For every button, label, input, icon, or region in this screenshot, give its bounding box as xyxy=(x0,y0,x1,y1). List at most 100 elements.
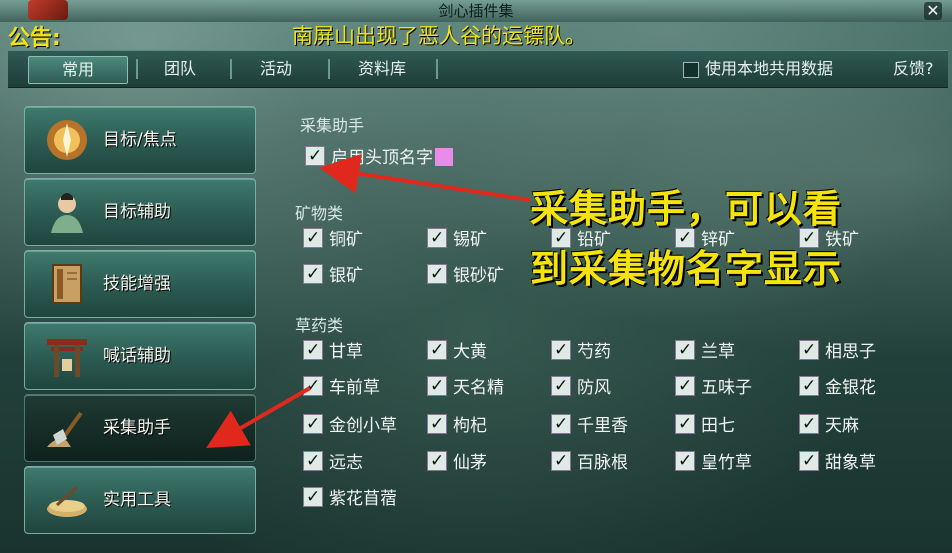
mineral-checkbox[interactable]: 锡矿 xyxy=(427,226,487,252)
herb-checkbox[interactable]: 五味子 xyxy=(675,374,752,400)
checkbox-label: 天麻 xyxy=(825,416,859,436)
herb-checkbox[interactable]: 千里香 xyxy=(551,412,628,438)
sidebar-item-target-focus[interactable]: 目标/焦点 xyxy=(24,106,256,174)
checkbox-box[interactable] xyxy=(799,412,819,436)
checkbox-box[interactable] xyxy=(551,374,571,398)
checkbox-box[interactable] xyxy=(551,412,571,436)
checkbox-box[interactable] xyxy=(675,374,695,398)
herb-checkbox[interactable]: 甘草 xyxy=(303,338,363,364)
herb-checkbox[interactable]: 金创小草 xyxy=(303,412,397,438)
plugin-window: 剑心插件集 ✕ 公告: 南屏山出现了恶人谷的运镖队。 常用 团队 活动 资料库 … xyxy=(0,0,952,553)
checkbox-box[interactable] xyxy=(303,449,323,473)
checkbox-box[interactable] xyxy=(303,412,323,436)
checkbox-head-name[interactable]: 启用头顶名字 xyxy=(305,144,453,170)
sidebar-item-utilities[interactable]: 实用工具 xyxy=(24,466,256,534)
tab-database[interactable]: 资料库 xyxy=(334,56,430,82)
checkbox-box[interactable] xyxy=(427,262,447,286)
herb-checkbox[interactable]: 大黄 xyxy=(427,338,487,364)
checkbox-box[interactable] xyxy=(303,226,323,250)
tab-activity[interactable]: 活动 xyxy=(236,56,316,82)
herb-checkbox[interactable]: 防风 xyxy=(551,374,611,400)
checkbox-label: 百脉根 xyxy=(577,453,628,473)
mineral-checkbox[interactable]: 银砂矿 xyxy=(427,262,504,288)
character-portrait-icon xyxy=(43,189,91,235)
sidebar: 目标/焦点 目标辅助 技能增强 喊话辅助 采集助手 实用工具 xyxy=(10,98,256,548)
section-title-gather: 采集助手 xyxy=(300,116,365,135)
shrine-gate-icon xyxy=(43,333,91,379)
tab-team[interactable]: 团队 xyxy=(140,56,220,82)
checkbox-box[interactable] xyxy=(675,338,695,362)
section-title-herbs: 草药类 xyxy=(295,316,344,335)
herb-checkbox[interactable]: 枸杞 xyxy=(427,412,487,438)
mineral-checkbox[interactable]: 铜矿 xyxy=(303,226,363,252)
sidebar-item-label: 目标辅助 xyxy=(103,202,171,222)
feedback-button[interactable]: 反馈? xyxy=(893,57,934,81)
checkbox-box[interactable] xyxy=(427,449,447,473)
target-emblem-icon xyxy=(43,117,91,163)
herb-checkbox[interactable]: 紫花苜蓿 xyxy=(303,485,397,511)
herb-checkbox[interactable]: 相思子 xyxy=(799,338,876,364)
checkbox-label: 天名精 xyxy=(453,378,504,398)
herb-checkbox[interactable]: 百脉根 xyxy=(551,449,628,475)
announcement-bar: 公告: 南屏山出现了恶人谷的运镖队。 xyxy=(0,18,952,51)
herb-checkbox[interactable]: 远志 xyxy=(303,449,363,475)
sidebar-item-skill-boost[interactable]: 技能增强 xyxy=(24,250,256,318)
local-data-checkbox[interactable]: 使用本地共用数据 xyxy=(683,57,833,81)
checkbox-label: 大黄 xyxy=(453,342,487,362)
annotation-caption-line1: 采集助手，可以看 xyxy=(530,187,843,231)
tab-common[interactable]: 常用 xyxy=(28,56,128,84)
tab-divider xyxy=(230,59,232,79)
sidebar-item-label: 实用工具 xyxy=(103,490,171,510)
herb-checkbox[interactable]: 芍药 xyxy=(551,338,611,364)
checkbox-box[interactable] xyxy=(303,485,323,509)
checkbox-box[interactable] xyxy=(305,144,325,168)
skill-book-icon xyxy=(43,261,91,307)
sidebar-item-label: 技能增强 xyxy=(103,274,171,294)
checkbox-label: 银砂矿 xyxy=(453,266,504,286)
color-swatch[interactable] xyxy=(435,148,453,166)
sidebar-item-label: 目标/焦点 xyxy=(103,130,177,150)
checkbox-label: 仙茅 xyxy=(453,453,487,473)
herb-checkbox[interactable]: 车前草 xyxy=(303,374,380,400)
shovel-icon xyxy=(43,405,91,451)
sidebar-item-gather-assistant[interactable]: 采集助手 xyxy=(24,394,256,462)
annotation-caption-line2: 到采集物名字显示 xyxy=(530,247,843,291)
checkbox-label: 远志 xyxy=(329,453,363,473)
checkbox-box[interactable] xyxy=(675,449,695,473)
checkbox-box[interactable] xyxy=(799,374,819,398)
checkbox-label: 五味子 xyxy=(701,378,752,398)
checkbox-box[interactable] xyxy=(427,338,447,362)
checkbox-label: 银矿 xyxy=(329,266,363,286)
checkbox-box[interactable] xyxy=(551,449,571,473)
checkbox-label: 相思子 xyxy=(825,342,876,362)
checkbox-box[interactable] xyxy=(675,412,695,436)
sidebar-item-shout-assist[interactable]: 喊话辅助 xyxy=(24,322,256,390)
section-title-minerals: 矿物类 xyxy=(295,204,344,223)
herb-checkbox[interactable]: 甜象草 xyxy=(799,449,876,475)
checkbox-box[interactable] xyxy=(799,338,819,362)
checkbox-box[interactable] xyxy=(551,338,571,362)
herb-checkbox[interactable]: 天名精 xyxy=(427,374,504,400)
checkbox-box[interactable] xyxy=(427,226,447,250)
herb-checkbox[interactable]: 皇竹草 xyxy=(675,449,752,475)
checkbox-box[interactable] xyxy=(303,338,323,362)
checkbox-label: 兰草 xyxy=(701,342,735,362)
checkbox-box[interactable] xyxy=(303,374,323,398)
checkbox-label: 车前草 xyxy=(329,378,380,398)
checkbox-box[interactable] xyxy=(303,262,323,286)
herb-checkbox[interactable]: 天麻 xyxy=(799,412,859,438)
herb-checkbox[interactable]: 兰草 xyxy=(675,338,735,364)
sidebar-item-target-assist[interactable]: 目标辅助 xyxy=(24,178,256,246)
herb-checkbox[interactable]: 田七 xyxy=(675,412,735,438)
checkbox-box[interactable] xyxy=(683,61,699,78)
checkbox-box[interactable] xyxy=(799,449,819,473)
checkbox-box[interactable] xyxy=(427,374,447,398)
herb-checkbox[interactable]: 金银花 xyxy=(799,374,876,400)
checkbox-label: 甜象草 xyxy=(825,453,876,473)
checkbox-label: 甘草 xyxy=(329,342,363,362)
mineral-checkbox[interactable]: 银矿 xyxy=(303,262,363,288)
checkbox-label: 枸杞 xyxy=(453,416,487,436)
checkbox-box[interactable] xyxy=(427,412,447,436)
herb-checkbox[interactable]: 仙茅 xyxy=(427,449,487,475)
checkbox-label: 芍药 xyxy=(577,342,611,362)
